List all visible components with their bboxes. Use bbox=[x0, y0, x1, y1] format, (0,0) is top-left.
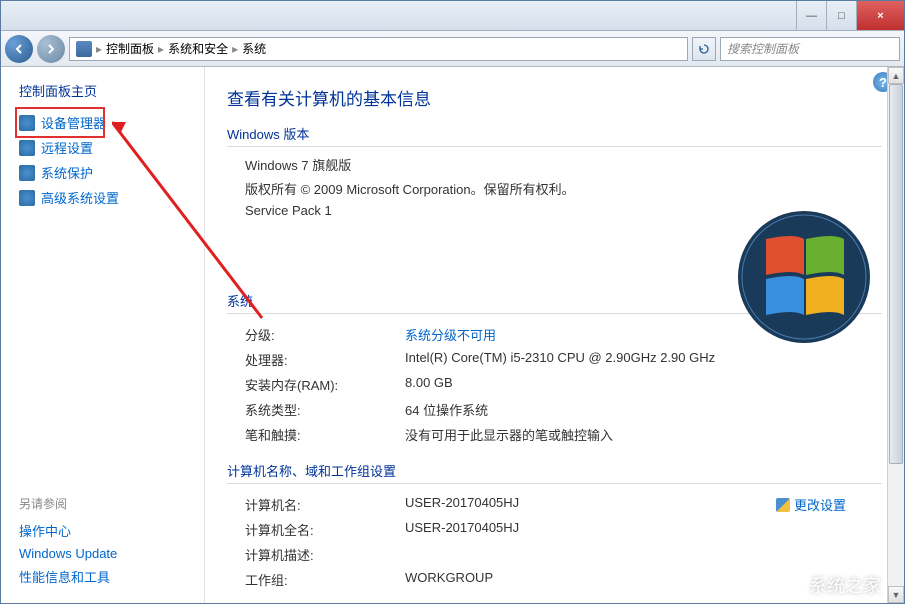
vertical-scrollbar[interactable]: ▲ ▼ bbox=[887, 67, 904, 603]
shield-icon bbox=[19, 140, 35, 156]
maximize-button[interactable]: □ bbox=[826, 1, 856, 30]
system-row-processor: 处理器: Intel(R) Core(TM) i5-2310 CPU @ 2.9… bbox=[227, 347, 882, 372]
main-panel: 查看有关计算机的基本信息 Windows 版本 Windows 7 旗舰版 版权… bbox=[205, 67, 904, 603]
section-computer-name: 计算机名称、域和工作组设置 bbox=[227, 461, 882, 484]
breadcrumb-item[interactable]: 系统和安全 bbox=[168, 40, 228, 57]
scroll-thumb[interactable] bbox=[889, 84, 903, 464]
close-button[interactable]: × bbox=[856, 1, 904, 30]
shield-icon bbox=[776, 498, 790, 512]
content-area: 控制面板主页 设备管理器 远程设置 系统保护 高级系统设置 另请参阅 操作中心 … bbox=[1, 67, 904, 603]
row-value: WORKGROUP bbox=[405, 570, 882, 589]
sidebar-title: 控制面板主页 bbox=[19, 81, 204, 100]
refresh-button[interactable] bbox=[692, 37, 716, 61]
windows-logo-icon bbox=[734, 207, 874, 347]
computer-row-workgroup: 工作组: WORKGROUP bbox=[227, 567, 882, 592]
row-key: 安装内存(RAM): bbox=[245, 375, 405, 394]
sidebar-item-label: 远程设置 bbox=[41, 138, 93, 157]
breadcrumb[interactable]: ▸ 控制面板 ▸ 系统和安全 ▸ 系统 bbox=[69, 37, 688, 61]
system-row-type: 系统类型: 64 位操作系统 bbox=[227, 397, 882, 422]
shield-icon bbox=[19, 190, 35, 206]
breadcrumb-sep: ▸ bbox=[158, 42, 164, 56]
row-key: 笔和触摸: bbox=[245, 425, 405, 444]
search-placeholder: 搜索控制面板 bbox=[727, 40, 799, 57]
scroll-up-button[interactable]: ▲ bbox=[888, 67, 904, 84]
system-properties-window: — □ × ▸ 控制面板 ▸ 系统和安全 ▸ 系统 搜索控制面板 控制面板主页 bbox=[0, 0, 905, 604]
sidebar-item-device-manager[interactable]: 设备管理器 bbox=[19, 110, 204, 135]
sidebar-item-remote[interactable]: 远程设置 bbox=[19, 135, 204, 160]
shield-icon bbox=[19, 115, 35, 131]
system-row-ram: 安装内存(RAM): 8.00 GB bbox=[227, 372, 882, 397]
page-title: 查看有关计算机的基本信息 bbox=[227, 85, 882, 110]
section-windows-edition: Windows 版本 bbox=[227, 124, 882, 147]
sidebar-item-advanced[interactable]: 高级系统设置 bbox=[19, 185, 204, 210]
row-key: 计算机名: bbox=[245, 495, 405, 514]
sidebar-link-performance[interactable]: 性能信息和工具 bbox=[19, 564, 204, 589]
row-value: 没有可用于此显示器的笔或触控输入 bbox=[405, 425, 882, 444]
breadcrumb-item[interactable]: 控制面板 bbox=[106, 40, 154, 57]
sidebar-link-windows-update[interactable]: Windows Update bbox=[19, 543, 204, 564]
sidebar-item-label: 高级系统设置 bbox=[41, 188, 119, 207]
computer-row-name: 计算机名: USER-20170405HJ 更改设置 bbox=[227, 492, 882, 517]
sidebar: 控制面板主页 设备管理器 远程设置 系统保护 高级系统设置 另请参阅 操作中心 … bbox=[1, 67, 205, 603]
row-value: USER-20170405HJ bbox=[405, 520, 882, 539]
row-value: 64 位操作系统 bbox=[405, 400, 882, 419]
row-key: 计算机描述: bbox=[245, 545, 405, 564]
system-row-pen-touch: 笔和触摸: 没有可用于此显示器的笔或触控输入 bbox=[227, 422, 882, 447]
row-value: Intel(R) Core(TM) i5-2310 CPU @ 2.90GHz … bbox=[405, 350, 882, 369]
computer-row-description: 计算机描述: bbox=[227, 542, 882, 567]
back-button[interactable] bbox=[5, 35, 33, 63]
toolbar: ▸ 控制面板 ▸ 系统和安全 ▸ 系统 搜索控制面板 bbox=[1, 31, 904, 67]
forward-button[interactable] bbox=[37, 35, 65, 63]
titlebar: — □ × bbox=[1, 1, 904, 31]
sidebar-item-protection[interactable]: 系统保护 bbox=[19, 160, 204, 185]
breadcrumb-item[interactable]: 系统 bbox=[242, 40, 266, 57]
row-key: 处理器: bbox=[245, 350, 405, 369]
edition-line: 版权所有 © 2009 Microsoft Corporation。保留所有权利… bbox=[245, 179, 882, 198]
minimize-button[interactable]: — bbox=[796, 1, 826, 30]
scroll-down-button[interactable]: ▼ bbox=[888, 586, 904, 603]
row-key: 计算机全名: bbox=[245, 520, 405, 539]
breadcrumb-sep: ▸ bbox=[96, 42, 102, 56]
see-also-label: 另请参阅 bbox=[19, 495, 204, 512]
control-panel-icon bbox=[76, 41, 92, 57]
sidebar-link-action-center[interactable]: 操作中心 bbox=[19, 518, 204, 543]
row-key: 工作组: bbox=[245, 570, 405, 589]
change-settings-label: 更改设置 bbox=[794, 495, 846, 514]
row-key: 系统类型: bbox=[245, 400, 405, 419]
search-input[interactable]: 搜索控制面板 bbox=[720, 37, 900, 61]
computer-row-fullname: 计算机全名: USER-20170405HJ bbox=[227, 517, 882, 542]
sidebar-item-label: 设备管理器 bbox=[41, 113, 106, 132]
row-value bbox=[405, 545, 882, 564]
edition-line: Windows 7 旗舰版 bbox=[245, 155, 882, 174]
shield-icon bbox=[19, 165, 35, 181]
sidebar-item-label: 系统保护 bbox=[41, 163, 93, 182]
row-value: 8.00 GB bbox=[405, 375, 882, 394]
change-settings-link[interactable]: 更改设置 bbox=[776, 495, 846, 514]
row-key: 分级: bbox=[245, 325, 405, 344]
breadcrumb-sep: ▸ bbox=[232, 42, 238, 56]
